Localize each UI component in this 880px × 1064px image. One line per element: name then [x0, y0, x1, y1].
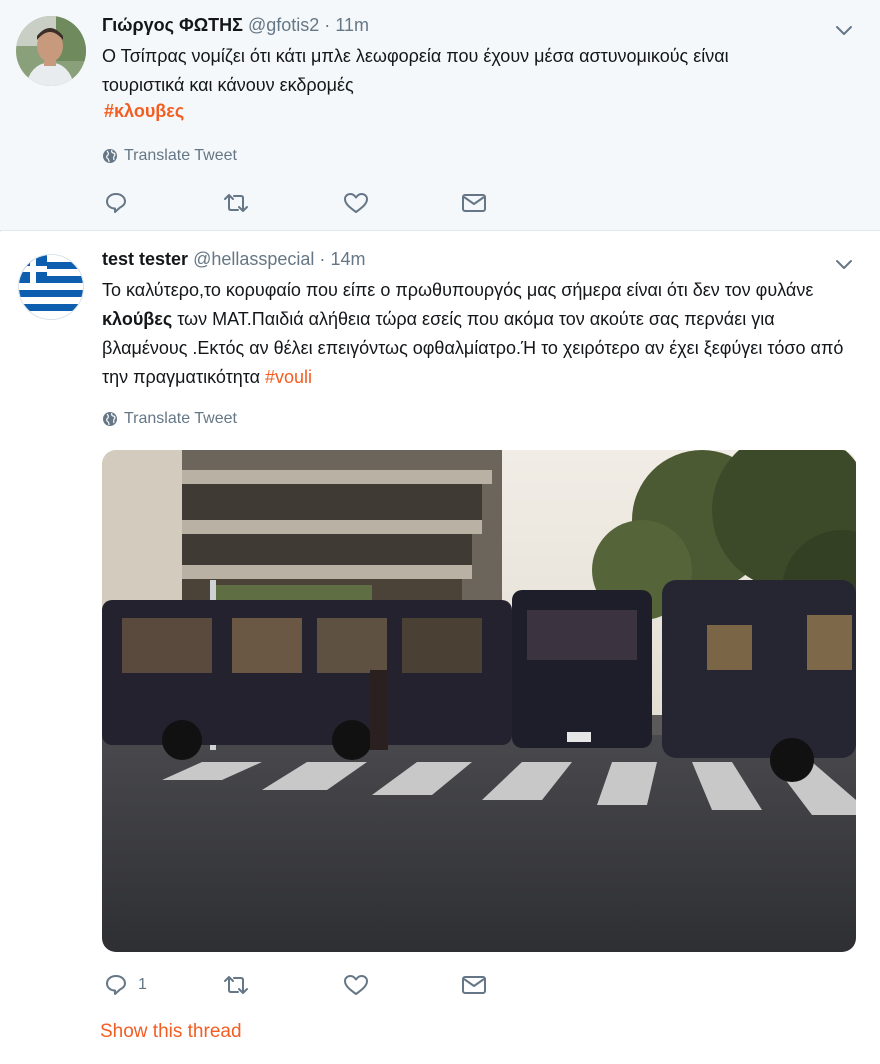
greek-flag-avatar-icon — [19, 255, 83, 319]
envelope-icon — [462, 976, 486, 994]
user-handle[interactable]: @gfotis2 — [248, 15, 319, 35]
separator-dot: · — [324, 15, 331, 35]
hashtag-link[interactable]: #κλουβες — [104, 101, 184, 122]
tweet-text-line: Ο Τσίπρας νομίζει ότι κάτι μπλε λεωφορεί… — [102, 46, 729, 66]
heart-icon — [344, 193, 368, 213]
tweet-text-segment: Το καλύτερο,το κορυφαίο που είπε ο πρωθυ… — [102, 280, 814, 300]
tweet[interactable]: Γιώργος ΦΩΤΗΣ @gfotis2 · 11m Ο Τσίπρας ν… — [0, 0, 880, 231]
globe-icon — [103, 412, 117, 426]
reply-button[interactable]: 1 — [104, 973, 147, 997]
tweet-timestamp[interactable]: 14m — [330, 249, 365, 269]
tweet-actions — [104, 191, 504, 217]
tweet-header: test tester @hellasspecial · 14m — [102, 249, 365, 270]
tweet-header: Γιώργος ΦΩΤΗΣ @gfotis2 · 11m — [102, 15, 369, 36]
chevron-down-icon[interactable] — [834, 23, 854, 37]
tweet-text: Ο Τσίπρας νομίζει ότι κάτι μπλε λεωφορεί… — [102, 42, 862, 100]
reply-count: 1 — [138, 976, 147, 993]
retweet-icon — [224, 194, 248, 212]
tweet-text-segment: των ΜΑΤ.Παιδιά αλήθεια τώρα εσείς που ακ… — [102, 309, 844, 387]
translate-tweet-link[interactable]: Translate Tweet — [102, 410, 237, 428]
user-handle[interactable]: @hellasspecial — [193, 249, 314, 269]
heart-icon — [344, 975, 368, 995]
user-avatar[interactable] — [18, 254, 84, 320]
globe-icon — [103, 149, 117, 163]
like-button[interactable] — [343, 191, 369, 215]
tweet-text-bold: κλούβες — [102, 309, 173, 329]
reply-icon — [106, 975, 126, 995]
tweet[interactable]: test tester @hellasspecial · 14m Το καλύ… — [0, 232, 880, 1064]
direct-message-button[interactable] — [461, 191, 487, 215]
direct-message-button[interactable] — [461, 973, 487, 997]
user-avatar[interactable] — [16, 16, 86, 86]
envelope-icon — [462, 194, 486, 212]
display-name[interactable]: Γιώργος ΦΩΤΗΣ — [102, 15, 243, 35]
retweet-icon — [224, 976, 248, 994]
like-button[interactable] — [343, 973, 369, 997]
tweet-timestamp[interactable]: 11m — [335, 15, 369, 35]
tweet-actions: 1 — [104, 973, 504, 999]
reply-icon — [106, 193, 126, 213]
man-photo-avatar-icon — [16, 16, 86, 86]
retweet-button[interactable] — [222, 973, 250, 997]
translate-tweet-link[interactable]: Translate Tweet — [102, 147, 237, 165]
hashtag-link[interactable]: #vouli — [265, 367, 312, 387]
tweet-text: Το καλύτερο,το κορυφαίο που είπε ο πρωθυ… — [102, 276, 847, 392]
tweet-text-line: τουριστικά και κάνουν εκδρομές — [102, 75, 354, 95]
translate-label: Translate Tweet — [124, 147, 237, 164]
retweet-button[interactable] — [222, 191, 250, 215]
separator-dot: · — [319, 249, 326, 269]
translate-label: Translate Tweet — [124, 410, 237, 427]
tweet-photo[interactable] — [102, 450, 856, 952]
show-thread-link[interactable]: Show this thread — [100, 1021, 242, 1043]
display-name[interactable]: test tester — [102, 249, 188, 269]
chevron-down-icon[interactable] — [834, 257, 854, 271]
police-buses-photo-icon — [102, 450, 856, 952]
reply-button[interactable] — [104, 191, 128, 215]
